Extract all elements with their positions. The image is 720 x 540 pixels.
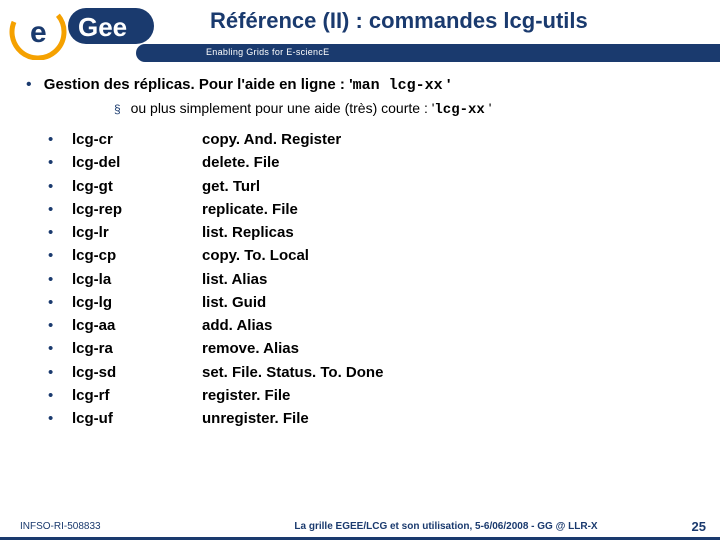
- command-desc: copy. And. Register: [202, 128, 341, 151]
- command-row: •lcg-gtget. Turl: [48, 175, 700, 198]
- command-row: •lcg-ufunregister. File: [48, 407, 700, 430]
- command-name: lcg-la: [72, 268, 202, 291]
- command-list: •lcg-crcopy. And. Register•lcg-deldelete…: [26, 128, 700, 430]
- command-desc: set. File. Status. To. Done: [202, 361, 383, 384]
- footer-left: INFSO-RI-508833: [0, 521, 220, 532]
- command-row: •lcg-rfregister. File: [48, 384, 700, 407]
- command-desc: list. Guid: [202, 291, 266, 314]
- command-desc: replicate. File: [202, 198, 298, 221]
- command-name: lcg-cp: [72, 244, 202, 267]
- command-desc: list. Replicas: [202, 221, 294, 244]
- bullet-icon: •: [48, 361, 72, 384]
- slide-subtitle-bar: Enabling Grids for E-sciencE: [154, 44, 720, 62]
- slide-title: Référence (II) : commandes lcg-utils: [170, 0, 720, 38]
- bullet-icon: •: [48, 151, 72, 174]
- command-row: •lcg-lrlist. Replicas: [48, 221, 700, 244]
- command-row: •lcg-crcopy. And. Register: [48, 128, 700, 151]
- command-name: lcg-ra: [72, 337, 202, 360]
- command-row: •lcg-aaadd. Alias: [48, 314, 700, 337]
- command-name: lcg-lr: [72, 221, 202, 244]
- footer-center: La grille EGEE/LCG et son utilisation, 5…: [220, 521, 672, 532]
- bullet-icon: •: [48, 175, 72, 198]
- command-desc: copy. To. Local: [202, 244, 309, 267]
- command-name: lcg-aa: [72, 314, 202, 337]
- command-row: •lcg-lalist. Alias: [48, 268, 700, 291]
- command-desc: unregister. File: [202, 407, 309, 430]
- footer-row: INFSO-RI-508833 La grille EGEE/LCG et so…: [0, 519, 720, 534]
- bullet-icon: •: [48, 221, 72, 244]
- bullet-icon: •: [26, 76, 32, 93]
- command-row: •lcg-repreplicate. File: [48, 198, 700, 221]
- command-row: •lcg-deldelete. File: [48, 151, 700, 174]
- command-row: •lcg-sdset. File. Status. To. Done: [48, 361, 700, 384]
- logo-letter-e: e: [30, 16, 47, 49]
- command-desc: list. Alias: [202, 268, 267, 291]
- bullet-icon: •: [48, 291, 72, 314]
- intro-line2: § ou plus simplement pour une aide (très…: [26, 100, 700, 118]
- command-name: lcg-rf: [72, 384, 202, 407]
- bullet-icon: •: [48, 244, 72, 267]
- bullet-icon: •: [48, 198, 72, 221]
- intro-line1: • Gestion des réplicas. Pour l'aide en l…: [26, 76, 700, 94]
- command-desc: delete. File: [202, 151, 280, 174]
- command-desc: get. Turl: [202, 175, 260, 198]
- bullet-icon: •: [48, 407, 72, 430]
- bullet-icon: •: [48, 268, 72, 291]
- footer-page-number: 25: [672, 519, 720, 534]
- intro1-prefix: Gestion des réplicas. Pour l'aide en lig…: [44, 76, 353, 93]
- slide-header: e Gee Référence (II) : commandes lcg-uti…: [0, 0, 720, 62]
- bullet-icon: •: [48, 314, 72, 337]
- intro1-suffix: ': [443, 76, 451, 93]
- command-name: lcg-lg: [72, 291, 202, 314]
- command-name: lcg-sd: [72, 361, 202, 384]
- command-desc: add. Alias: [202, 314, 272, 337]
- intro1-code: man lcg-xx: [353, 77, 443, 94]
- egee-logo: e Gee: [6, 2, 156, 60]
- intro2-code: lcg-xx: [434, 102, 484, 118]
- command-row: •lcg-cpcopy. To. Local: [48, 244, 700, 267]
- slide-subtitle: Enabling Grids for E-sciencE: [206, 47, 329, 57]
- command-desc: remove. Alias: [202, 337, 299, 360]
- command-name: lcg-gt: [72, 175, 202, 198]
- command-desc: register. File: [202, 384, 290, 407]
- logo-letters-gee: Gee: [78, 12, 127, 42]
- slide-body: • Gestion des réplicas. Pour l'aide en l…: [0, 62, 720, 430]
- command-name: lcg-cr: [72, 128, 202, 151]
- command-name: lcg-rep: [72, 198, 202, 221]
- command-row: •lcg-raremove. Alias: [48, 337, 700, 360]
- square-bullet-icon: §: [114, 102, 121, 116]
- command-name: lcg-uf: [72, 407, 202, 430]
- command-name: lcg-del: [72, 151, 202, 174]
- bullet-icon: •: [48, 128, 72, 151]
- intro2-prefix: ou plus simplement pour une aide (très) …: [131, 100, 435, 116]
- bullet-icon: •: [48, 337, 72, 360]
- bullet-icon: •: [48, 384, 72, 407]
- intro2-suffix: ': [485, 100, 492, 116]
- title-wrap: Référence (II) : commandes lcg-utils: [170, 0, 720, 44]
- command-row: •lcg-lglist. Guid: [48, 291, 700, 314]
